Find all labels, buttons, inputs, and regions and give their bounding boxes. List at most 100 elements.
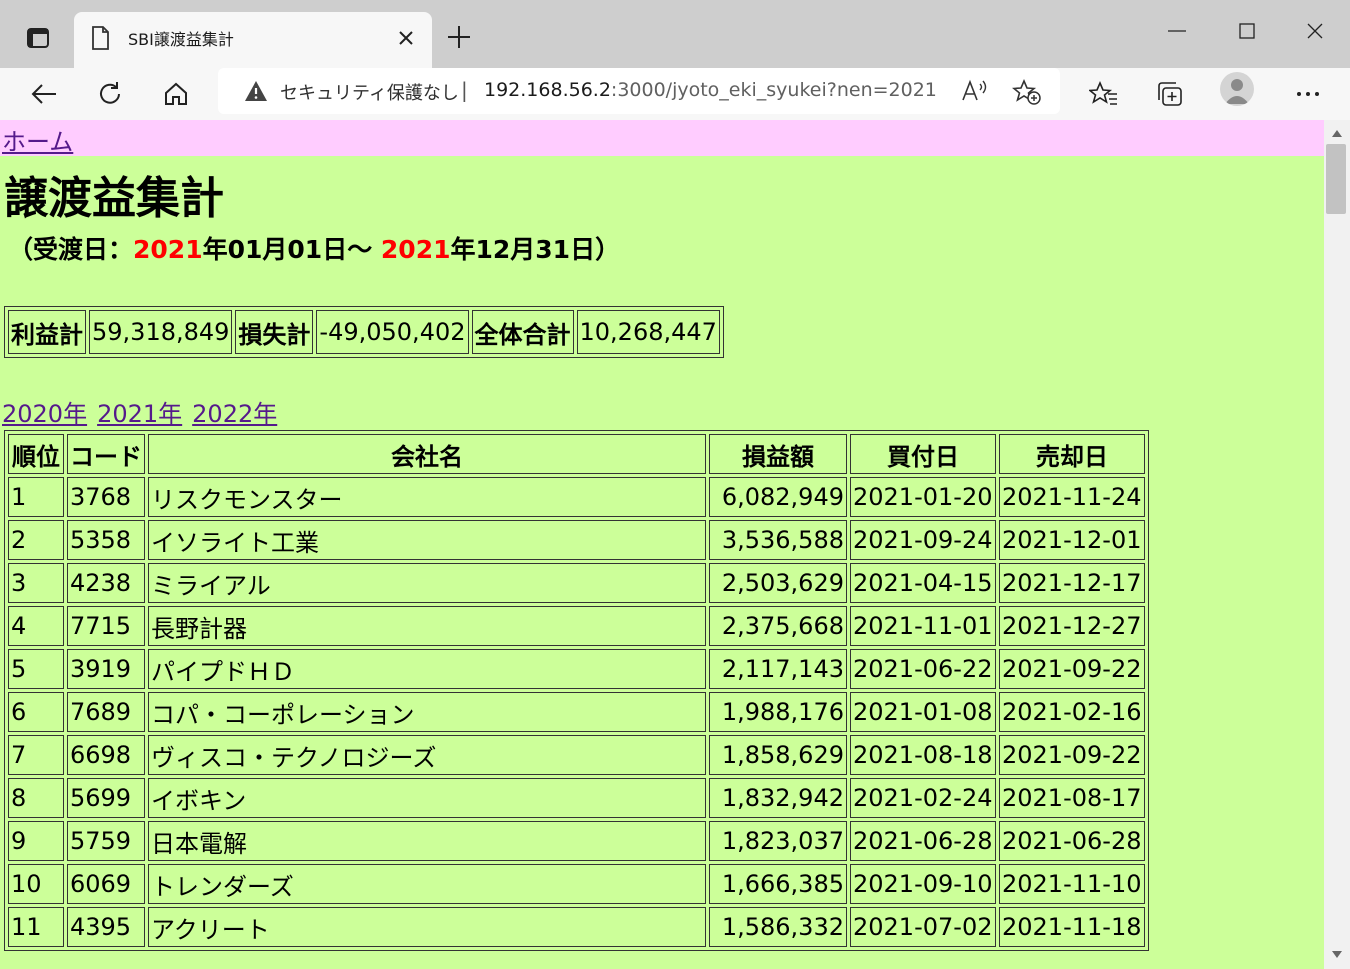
cell-rank: 3 — [8, 563, 64, 603]
total-value: 10,268,447 — [576, 310, 720, 354]
cell-code: 6698 — [67, 735, 145, 775]
year-links: 2020年 2021年 2022年 — [2, 394, 287, 429]
cell-rank: 5 — [8, 649, 64, 689]
cell-rank: 2 — [8, 520, 64, 560]
scroll-down-icon[interactable] — [1331, 950, 1343, 960]
add-favorite-icon[interactable] — [1012, 78, 1042, 106]
refresh-button[interactable] — [92, 76, 128, 112]
cell-sell-date: 2021-11-10 — [999, 864, 1145, 904]
cell-buy-date: 2021-09-24 — [850, 520, 996, 560]
close-tab-icon[interactable] — [394, 26, 418, 50]
cell-amount: 1,988,176 — [709, 692, 847, 732]
cell-amount: 2,503,629 — [709, 563, 847, 603]
table-row: 6 7689 コパ・コーポレーション 1,988,176 2021-01-08 2021-… — [8, 692, 1145, 732]
favorites-button[interactable] — [1086, 76, 1122, 112]
gains-table: 順位 コード 会社名 損益額 買付日 売却日 1 3768 リスクモンスター 6,08… — [4, 430, 1149, 951]
vertical-scrollbar[interactable] — [1324, 120, 1350, 969]
header-code: コード — [67, 434, 145, 474]
cell-amount: 1,832,942 — [709, 778, 847, 818]
header-sell-date: 売却日 — [999, 434, 1145, 474]
minimize-icon[interactable] — [1162, 18, 1192, 44]
url-host: 192.168.56.2 — [484, 79, 611, 101]
cell-rank: 6 — [8, 692, 64, 732]
cell-amount: 1,858,629 — [709, 735, 847, 775]
cell-sell-date: 2021-09-22 — [999, 735, 1145, 775]
profit-value: 59,318,849 — [89, 310, 233, 354]
maximize-icon[interactable] — [1232, 18, 1262, 44]
table-row: 11 4395 アクリート 1,586,332 2021-07-02 2021-11-18 — [8, 907, 1145, 947]
cell-rank: 1 — [8, 477, 64, 517]
cell-code: 7715 — [67, 606, 145, 646]
back-arrow-icon — [31, 84, 56, 104]
page-icon — [92, 26, 109, 50]
url-path: :3000/jyoto_eki_syukei?nen=2021 — [610, 79, 937, 101]
new-tab-icon[interactable] — [444, 22, 474, 52]
home-link[interactable]: ホーム — [2, 122, 73, 157]
warning-icon — [245, 81, 267, 101]
browser-tab[interactable]: SBI譲渡益集計 — [74, 12, 432, 68]
cell-code: 4238 — [67, 563, 145, 603]
cell-amount: 2,117,143 — [709, 649, 847, 689]
cell-company: トレンダーズ — [148, 864, 706, 904]
cell-sell-date: 2021-06-28 — [999, 821, 1145, 861]
period-start-year: 2021 — [133, 235, 203, 264]
cell-code: 3919 — [67, 649, 145, 689]
cell-rank: 10 — [8, 864, 64, 904]
scroll-up-icon[interactable] — [1331, 128, 1343, 138]
address-separator: | — [461, 78, 468, 102]
url-text[interactable]: 192.168.56.2:3000/jyoto_eki_syukei?nen=2… — [484, 79, 937, 101]
cell-amount: 6,082,949 — [709, 477, 847, 517]
table-row: 5 3919 パイプドＨＤ 2,117,143 2021-06-22 2021-09-22 — [8, 649, 1145, 689]
cell-buy-date: 2021-11-01 — [850, 606, 996, 646]
collections-button[interactable] — [1152, 76, 1188, 112]
cell-code: 4395 — [67, 907, 145, 947]
cell-code: 3768 — [67, 477, 145, 517]
settings-menu-button[interactable] — [1290, 76, 1326, 112]
cell-company: 長野計器 — [148, 606, 706, 646]
home-icon — [165, 82, 187, 105]
profile-icon — [1225, 79, 1249, 104]
back-button[interactable] — [26, 76, 62, 112]
favorites-icon — [1089, 80, 1117, 105]
refresh-icon — [100, 82, 120, 104]
address-bar[interactable]: セキュリティ保護なし | 192.168.56.2:3000/jyoto_eki… — [218, 68, 1060, 114]
period-start-rest: 年01月01日～ — [202, 235, 381, 264]
cell-sell-date: 2021-09-22 — [999, 649, 1145, 689]
year-link-2021[interactable]: 2021年 — [97, 400, 182, 428]
table-row: 3 4238 ミライアル 2,503,629 2021-04-15 2021-12-17 — [8, 563, 1145, 603]
tab-title: SBI譲渡益集計 — [128, 30, 234, 49]
cell-buy-date: 2021-09-10 — [850, 864, 996, 904]
tab-actions-icon — [27, 28, 49, 48]
header-amount: 損益額 — [709, 434, 847, 474]
cell-company: イボキン — [148, 778, 706, 818]
cell-code: 7689 — [67, 692, 145, 732]
security-label: セキュリティ保護なし — [280, 83, 459, 104]
year-link-2022[interactable]: 2022年 — [192, 400, 277, 428]
cell-company: ミライアル — [148, 563, 706, 603]
cell-amount: 2,375,668 — [709, 606, 847, 646]
cell-sell-date: 2021-12-27 — [999, 606, 1145, 646]
cell-rank: 11 — [8, 907, 64, 947]
loss-value: -49,050,402 — [316, 310, 469, 354]
tab-strip: SBI譲渡益集計 — [0, 0, 1350, 68]
close-window-icon[interactable] — [1300, 18, 1330, 44]
cell-buy-date: 2021-04-15 — [850, 563, 996, 603]
home-button[interactable] — [158, 76, 194, 112]
collections-icon — [1158, 82, 1182, 106]
page-viewport: ホーム 譲渡益集計 （受渡日：2021年01月01日～ 2021年12月31日）… — [0, 120, 1324, 969]
year-link-2020[interactable]: 2020年 — [2, 400, 87, 428]
tab-actions-button[interactable] — [16, 18, 60, 58]
cell-rank: 8 — [8, 778, 64, 818]
cell-sell-date: 2021-08-17 — [999, 778, 1145, 818]
total-label: 全体合計 — [471, 310, 574, 354]
cell-sell-date: 2021-12-17 — [999, 563, 1145, 603]
profile-avatar[interactable] — [1220, 72, 1254, 106]
cell-buy-date: 2021-06-28 — [850, 821, 996, 861]
scrollbar-thumb[interactable] — [1326, 144, 1346, 214]
loss-label: 損失計 — [235, 310, 314, 354]
read-aloud-icon[interactable] — [960, 78, 988, 104]
cell-buy-date: 2021-06-22 — [850, 649, 996, 689]
cell-company: ヴィスコ・テクノロジーズ — [148, 735, 706, 775]
cell-amount: 1,666,385 — [709, 864, 847, 904]
cell-buy-date: 2021-07-02 — [850, 907, 996, 947]
